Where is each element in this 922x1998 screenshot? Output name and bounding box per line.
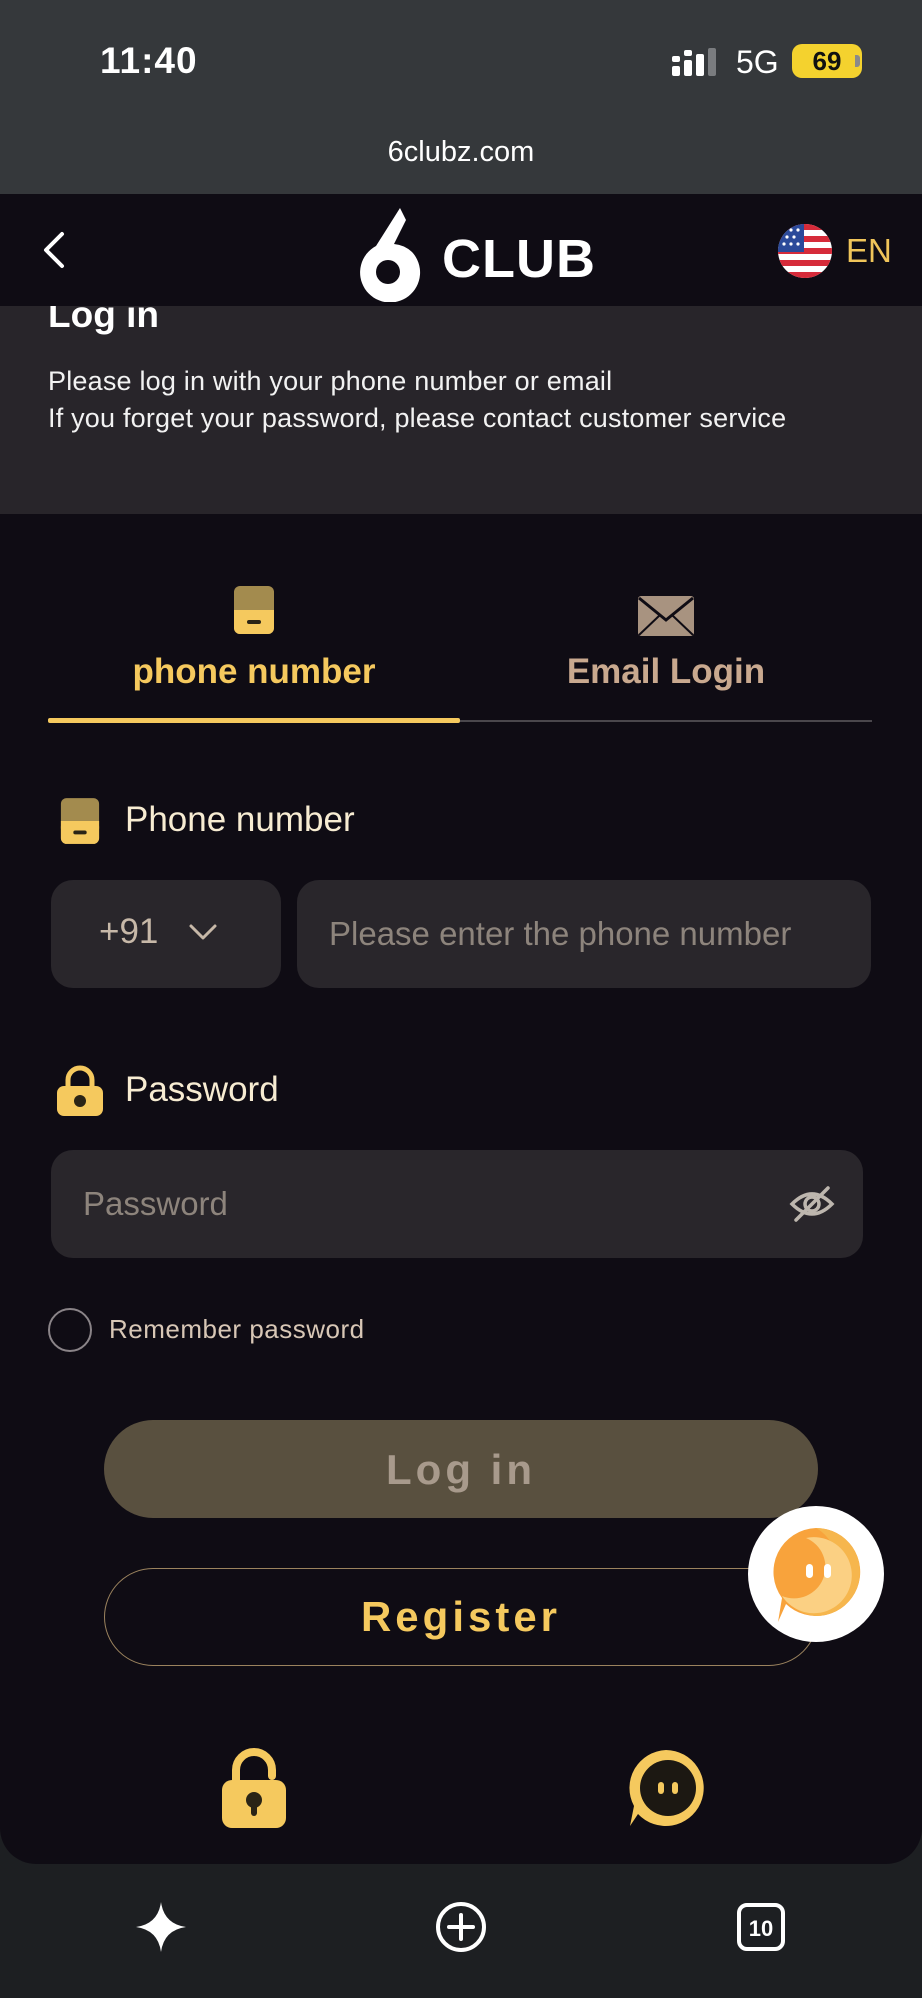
envelope-icon: [638, 596, 694, 636]
remember-password-label[interactable]: Remember password: [109, 1314, 365, 1345]
app-header: CLUB EN: [0, 194, 922, 306]
login-button-label: Log in: [386, 1446, 536, 1493]
login-info-panel: Log in Please log in with your phone num…: [0, 294, 922, 514]
phone-number-input[interactable]: [297, 880, 871, 988]
app-content: CLUB EN Log in Please log in with your p…: [0, 194, 922, 1864]
logo-text: CLUB: [442, 229, 596, 289]
browser-url-bar[interactable]: 6clubz.com: [0, 120, 922, 194]
browser-toolbar: 10: [0, 1864, 922, 1998]
us-flag-icon[interactable]: [778, 224, 832, 278]
phone-number-label: Phone number: [125, 800, 355, 839]
chat-bubble-icon: [773, 1527, 861, 1622]
tab-phone-number[interactable]: phone number: [48, 584, 460, 716]
tab-email-login[interactable]: Email Login: [460, 584, 872, 716]
tab-email-label: Email Login: [566, 652, 766, 691]
status-time: 11:40: [100, 40, 198, 81]
logo-six-icon: [360, 208, 421, 303]
club-logo: CLUB: [338, 202, 595, 303]
phone-icon: [60, 798, 100, 844]
battery-indicator: 69: [792, 44, 862, 78]
active-tab-indicator: [48, 718, 460, 723]
tab-divider: [460, 720, 872, 722]
password-label: Password: [125, 1070, 279, 1109]
password-input[interactable]: [51, 1150, 863, 1258]
country-code-select[interactable]: +91: [51, 880, 281, 988]
chevron-down-icon: [189, 924, 217, 940]
tab-phone-label: phone number: [132, 652, 376, 691]
status-bar: 11:40 5G 69: [0, 0, 922, 120]
network-type: 5G: [736, 44, 779, 80]
register-button-label: Register: [360, 1593, 562, 1640]
new-tab-icon[interactable]: [434, 1900, 488, 1954]
battery-tip: [855, 55, 860, 67]
register-button[interactable]: Register: [104, 1568, 818, 1666]
eye-off-icon[interactable]: [788, 1184, 836, 1224]
info-line-1: Please log in with your phone number or …: [48, 366, 613, 396]
login-button[interactable]: Log in: [104, 1420, 818, 1518]
info-line-2: If you forget your password, please cont…: [48, 403, 787, 433]
chevron-left-icon[interactable]: [36, 228, 72, 272]
svg-text:10: 10: [749, 1916, 773, 1941]
lock-icon: [57, 1065, 103, 1116]
remember-password-radio[interactable]: [48, 1308, 92, 1352]
phone-icon: [234, 586, 274, 634]
customer-service-icon[interactable]: [624, 1746, 708, 1830]
forgot-password-lock-icon[interactable]: [218, 1746, 290, 1830]
tabs-count-icon[interactable]: 10: [734, 1900, 788, 1954]
url-text[interactable]: 6clubz.com: [0, 136, 922, 169]
sparkle-icon[interactable]: [134, 1900, 188, 1954]
floating-support-button[interactable]: [748, 1506, 884, 1642]
signal-icon: [672, 48, 716, 76]
country-code-value: +91: [99, 912, 159, 951]
language-label[interactable]: EN: [846, 232, 892, 270]
